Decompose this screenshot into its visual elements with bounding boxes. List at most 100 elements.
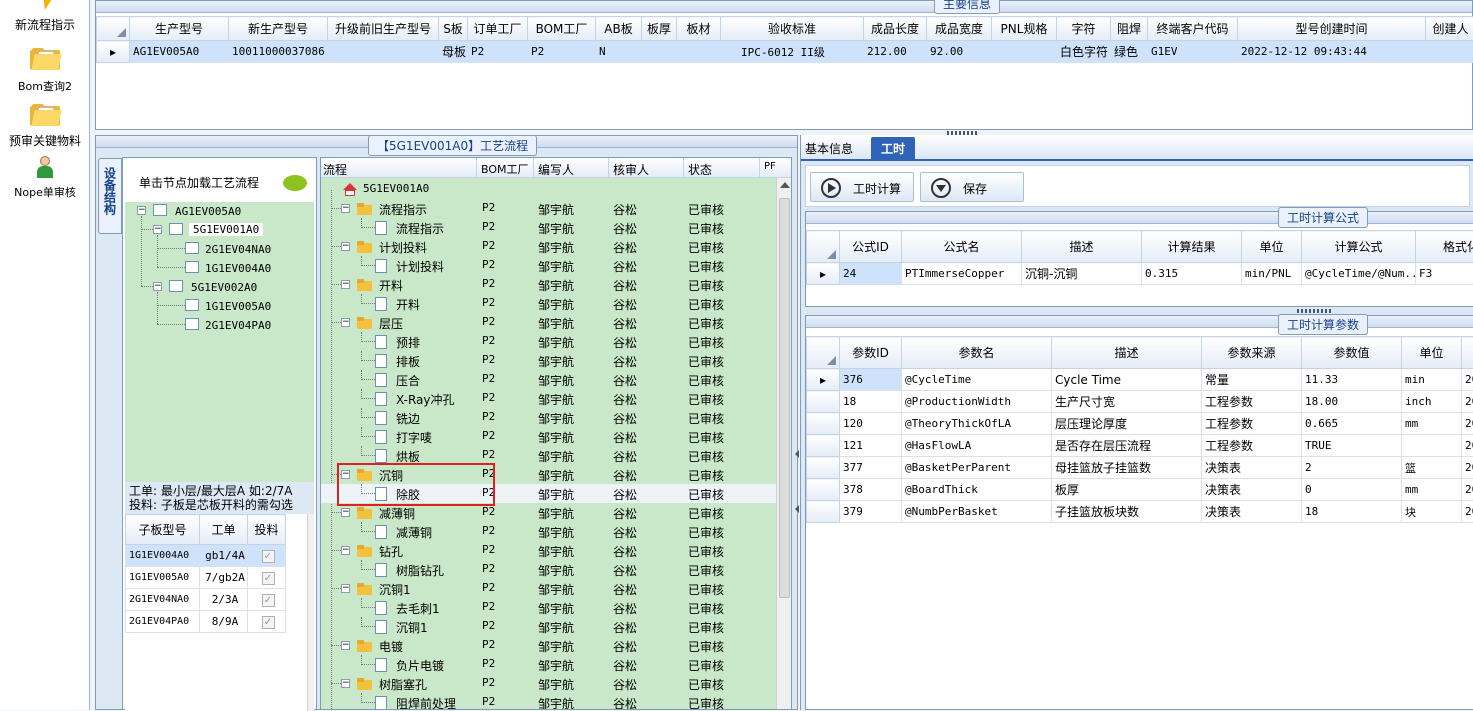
- vertical-scrollbar[interactable]: [776, 178, 792, 710]
- table-cell[interactable]: 层压理论厚度: [1052, 413, 1202, 435]
- table-cell[interactable]: @TheoryThickOfLA: [902, 413, 1052, 435]
- col-header[interactable]: 升级前旧生产型号: [328, 17, 439, 41]
- tab-basic-info[interactable]: 基本信息: [805, 140, 853, 157]
- table-cell[interactable]: 20: [1462, 479, 1473, 501]
- process-row[interactable]: 树脂钻孔P2邹宇航谷松已审核: [321, 560, 776, 579]
- col-header[interactable]: 参数来源: [1202, 337, 1302, 369]
- table-cell[interactable]: [328, 41, 439, 63]
- col-header[interactable]: 工单: [200, 515, 248, 545]
- table-cell[interactable]: 92.00: [927, 41, 992, 63]
- table-cell[interactable]: 377: [840, 457, 902, 479]
- col-header[interactable]: 描述: [1052, 337, 1202, 369]
- col-header[interactable]: 成品宽度: [927, 17, 992, 41]
- feed-checkbox[interactable]: ✓: [248, 545, 286, 567]
- table-cell[interactable]: 决策表: [1202, 457, 1302, 479]
- col-header[interactable]: 参数值: [1302, 337, 1402, 369]
- collapse-left-icon[interactable]: [795, 505, 799, 513]
- process-row[interactable]: 预排P2邹宇航谷松已审核: [321, 332, 776, 351]
- collapse-icon[interactable]: −: [153, 282, 162, 291]
- splitter-handle[interactable]: [1297, 309, 1333, 313]
- tree-node[interactable]: 1G1EV005A0: [205, 300, 271, 313]
- tree-node[interactable]: 5G1EV002A0: [191, 281, 257, 294]
- table-cell[interactable]: [642, 41, 677, 63]
- col-header[interactable]: 新生产型号: [229, 17, 328, 41]
- process-row[interactable]: 流程指示P2邹宇航谷松已审核: [321, 218, 776, 237]
- collapse-icon[interactable]: −: [341, 204, 350, 213]
- table-cell[interactable]: 20: [1462, 391, 1473, 413]
- table-cell[interactable]: 常量: [1202, 369, 1302, 391]
- table-cell[interactable]: 0.315: [1142, 263, 1242, 285]
- process-row[interactable]: −计划投料P2邹宇航谷松已审核: [321, 237, 776, 256]
- table-cell[interactable]: 2: [1302, 457, 1402, 479]
- process-row[interactable]: 去毛刺1P2邹宇航谷松已审核: [321, 598, 776, 617]
- feed-checkbox[interactable]: ✓: [248, 567, 286, 589]
- table-cell[interactable]: @ProductionWidth: [902, 391, 1052, 413]
- launcher-item-nope-review[interactable]: Nope单审核: [0, 156, 90, 200]
- col-header[interactable]: 流程: [323, 161, 347, 178]
- table-cell[interactable]: 母挂篮放子挂篮数: [1052, 457, 1202, 479]
- table-row[interactable]: ▸ AG1EV005A0 10011000037086 母板 P2 P2 N I…: [97, 41, 1473, 63]
- table-row[interactable]: 1G1EV004A0 gb1/4A ✓: [126, 545, 286, 567]
- table-cell[interactable]: 决策表: [1202, 501, 1302, 523]
- collapse-icon[interactable]: −: [341, 318, 350, 327]
- process-row[interactable]: 打字唛P2邹宇航谷松已审核: [321, 427, 776, 446]
- table-cell[interactable]: @BoardThick: [902, 479, 1052, 501]
- col-header[interactable]: BOM工厂: [481, 161, 529, 177]
- col-header[interactable]: 生产型号: [130, 17, 229, 41]
- collapse-icon[interactable]: −: [153, 225, 162, 234]
- table-cell[interactable]: min/PNL: [1242, 263, 1302, 285]
- col-header[interactable]: 终端客户代码: [1148, 17, 1238, 41]
- col-header[interactable]: 单位: [1402, 337, 1462, 369]
- table-cell[interactable]: mm: [1402, 413, 1462, 435]
- process-row[interactable]: 压合P2邹宇航谷松已审核: [321, 370, 776, 389]
- table-cell[interactable]: 工程参数: [1202, 391, 1302, 413]
- process-row[interactable]: −流程指示P2邹宇航谷松已审核: [321, 199, 776, 218]
- col-header[interactable]: 描述: [1022, 231, 1142, 263]
- process-row[interactable]: 开料P2邹宇航谷松已审核: [321, 294, 776, 313]
- table-row[interactable]: 120@TheoryThickOfLA层压理论厚度工程参数0.665mm20: [807, 413, 1473, 435]
- col-header[interactable]: 成品长度: [864, 17, 927, 41]
- col-header[interactable]: 公式名: [902, 231, 1022, 263]
- table-cell[interactable]: 18: [840, 391, 902, 413]
- col-header[interactable]: 参数ID: [840, 337, 902, 369]
- tree-root-row[interactable]: 5G1EV001A0: [321, 180, 776, 199]
- table-cell[interactable]: inch: [1402, 391, 1462, 413]
- table-cell[interactable]: 2G1EV04PA0: [126, 611, 200, 633]
- table-cell[interactable]: 120: [840, 413, 902, 435]
- col-header[interactable]: 计算结果: [1142, 231, 1242, 263]
- table-cell[interactable]: 20: [1462, 435, 1473, 457]
- process-row[interactable]: X-Ray冲孔P2邹宇航谷松已审核: [321, 389, 776, 408]
- table-cell[interactable]: 决策表: [1202, 479, 1302, 501]
- table-row[interactable]: 1G1EV005A0 7/gb2A ✓: [126, 567, 286, 589]
- col-header[interactable]: 板厚: [642, 17, 677, 41]
- scroll-thumb[interactable]: [779, 198, 790, 598]
- table-cell[interactable]: 板厚: [1052, 479, 1202, 501]
- process-row[interactable]: 计划投料P2邹宇航谷松已审核: [321, 256, 776, 275]
- table-cell[interactable]: 20: [1462, 501, 1473, 523]
- process-row[interactable]: 沉铜1P2邹宇航谷松已审核: [321, 617, 776, 636]
- col-header[interactable]: 计算公式: [1302, 231, 1416, 263]
- tree-node[interactable]: 2G1EV04PA0: [205, 319, 271, 332]
- col-header[interactable]: 参数名: [902, 337, 1052, 369]
- table-cell[interactable]: [677, 41, 721, 63]
- col-header[interactable]: 字符: [1057, 17, 1111, 41]
- table-row[interactable]: ▸376@CycleTimeCycle Time常量11.33min20: [807, 369, 1473, 391]
- table-cell[interactable]: 块: [1402, 501, 1462, 523]
- col-header[interactable]: 型号创建时间: [1238, 17, 1426, 41]
- process-row[interactable]: 阻焊前处理P2邹宇航谷松已审核: [321, 693, 776, 710]
- process-row[interactable]: −树脂塞孔P2邹宇航谷松已审核: [321, 674, 776, 693]
- table-cell[interactable]: 378: [840, 479, 902, 501]
- table-cell[interactable]: AG1EV005A0: [130, 41, 229, 63]
- save-button[interactable]: 保存: [920, 172, 1024, 202]
- tab-device-structure[interactable]: 设备结构: [98, 158, 122, 234]
- table-cell[interactable]: 母板: [439, 41, 468, 63]
- col-header[interactable]: AB板: [596, 17, 642, 41]
- process-row[interactable]: −钻孔P2邹宇航谷松已审核: [321, 541, 776, 560]
- table-cell[interactable]: 20: [1462, 413, 1473, 435]
- table-cell[interactable]: N: [596, 41, 642, 63]
- table-cell[interactable]: 2/3A: [200, 589, 248, 611]
- col-header[interactable]: 订单工厂: [468, 17, 528, 41]
- table-cell[interactable]: 白色字符: [1057, 41, 1111, 63]
- launcher-item-key-material[interactable]: 预审关键物料: [0, 104, 90, 149]
- table-cell[interactable]: PTImmerseCopper: [902, 263, 1022, 285]
